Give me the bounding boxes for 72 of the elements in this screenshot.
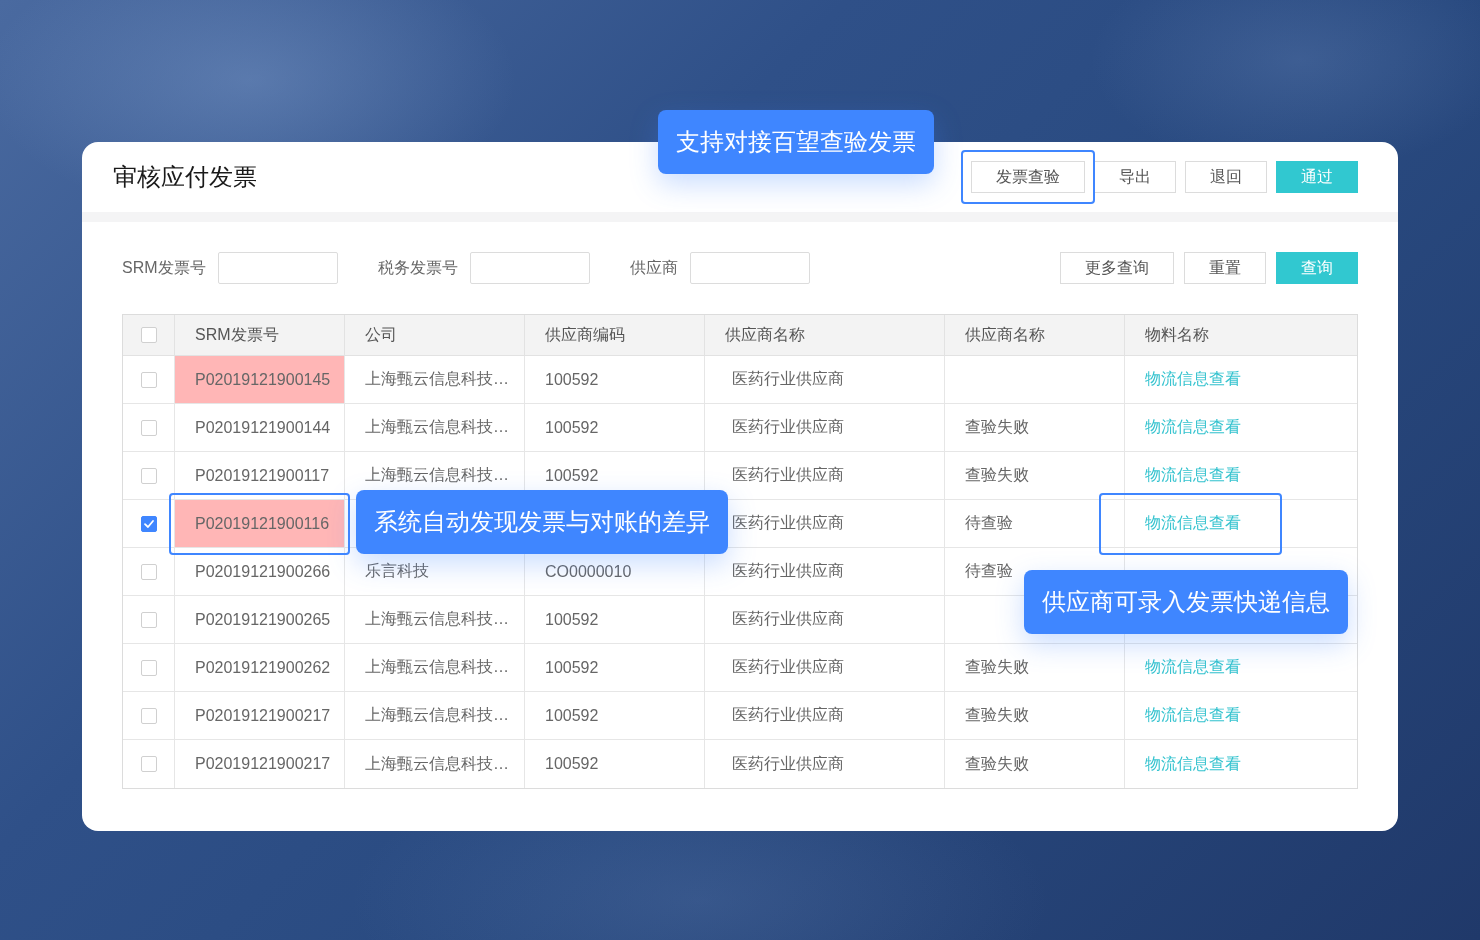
logistics-link[interactable]: 物流信息查看 [1145,465,1241,486]
invoice-number-cell: P02019121900262 [175,644,345,691]
filter-button[interactable]: 更多查询 [1060,252,1174,284]
filter-button[interactable]: 查询 [1276,252,1358,284]
supplier-code-cell: 100592 [525,644,705,691]
row-checkbox[interactable] [140,659,157,676]
invoice-number-cell: P02019121900217 [175,692,345,739]
row-checkbox[interactable] [140,707,157,724]
status-cell: 查验失败 [945,692,1125,739]
filter-label: 税务发票号 [377,257,458,278]
column-header: 供应商名称 [705,315,945,355]
row-checkbox[interactable] [140,515,157,532]
supplier-name-cell: 医药行业供应商 [705,356,945,403]
supplier-name-cell: 医药行业供应商 [705,644,945,691]
supplier-name-cell: 医药行业供应商 [705,404,945,451]
logistics-link[interactable]: 物流信息查看 [1145,705,1241,726]
company-cell: 上海甄云信息科技… [345,356,525,403]
supplier-code-cell: 100592 [525,356,705,403]
status-cell: 查验失败 [945,452,1125,499]
status-cell: 待查验 [945,500,1125,547]
row-checkbox[interactable] [140,611,157,628]
action-button[interactable]: 退回 [1185,161,1267,193]
company-cell: 上海甄云信息科技… [345,644,525,691]
supplier-name-cell: 医药行业供应商 [705,692,945,739]
invoice-number-cell: P02019121900144 [175,404,345,451]
row-checkbox[interactable] [140,467,157,484]
row-checkbox[interactable] [140,563,157,580]
supplier-name-cell: 医药行业供应商 [705,596,945,643]
supplier-code-cell: 100592 [525,692,705,739]
supplier-code-cell: 100592 [525,740,705,788]
input-field[interactable] [689,252,810,284]
column-header: 供应商编码 [525,315,705,355]
invoice-number-cell: P02019121900217 [175,740,345,788]
logistics-link[interactable]: 物流信息查看 [1145,513,1241,534]
company-cell: 上海甄云信息科技… [345,596,525,643]
action-button[interactable]: 导出 [1094,161,1176,193]
checkmark-icon [142,517,155,530]
row-checkbox[interactable] [140,756,157,772]
invoice-number-cell: P02019121900265 [175,596,345,643]
supplier-code-cell: 100592 [525,596,705,643]
filter-label: 供应商 [629,257,678,278]
invoice-number-cell: P02019121900117 [175,452,345,499]
status-cell: 查验失败 [945,404,1125,451]
column-header: 供应商名称 [945,315,1125,355]
select-all-checkbox[interactable] [140,327,157,343]
invoice-number-cell: P02019121900266 [175,548,345,595]
action-button[interactable]: 通过 [1276,161,1358,193]
column-header: SRM发票号 [175,315,345,355]
annotation-callout: 支持对接百望查验发票 [658,110,934,174]
logistics-link[interactable]: 物流信息查看 [1145,369,1241,390]
status-cell: 查验失败 [945,740,1125,788]
filter-label: SRM发票号 [122,257,206,278]
status-cell: 查验失败 [945,644,1125,691]
logistics-link[interactable]: 物流信息查看 [1145,417,1241,438]
column-header: 物料名称 [1144,324,1210,345]
page-title: 审核应付发票 [113,162,257,192]
logistics-link[interactable]: 物流信息查看 [1145,753,1241,775]
supplier-name-cell: 医药行业供应商 [705,740,945,788]
company-cell: 上海甄云信息科技… [345,740,525,788]
column-header: 公司 [345,315,525,355]
logistics-link[interactable]: 物流信息查看 [1145,657,1241,678]
input-field[interactable] [469,252,590,284]
invoice-number-cell: P02019121900145 [175,356,345,403]
input-field[interactable] [217,252,338,284]
annotation-callout: 供应商可录入发票快递信息 [1024,570,1348,634]
row-checkbox[interactable] [140,419,157,436]
company-cell: 上海甄云信息科技… [345,692,525,739]
supplier-code-cell: 100592 [525,404,705,451]
row-checkbox[interactable] [140,371,157,388]
filter-button[interactable]: 重置 [1184,252,1266,284]
action-button[interactable]: 发票查验 [971,161,1085,193]
company-cell: 上海甄云信息科技… [345,404,525,451]
